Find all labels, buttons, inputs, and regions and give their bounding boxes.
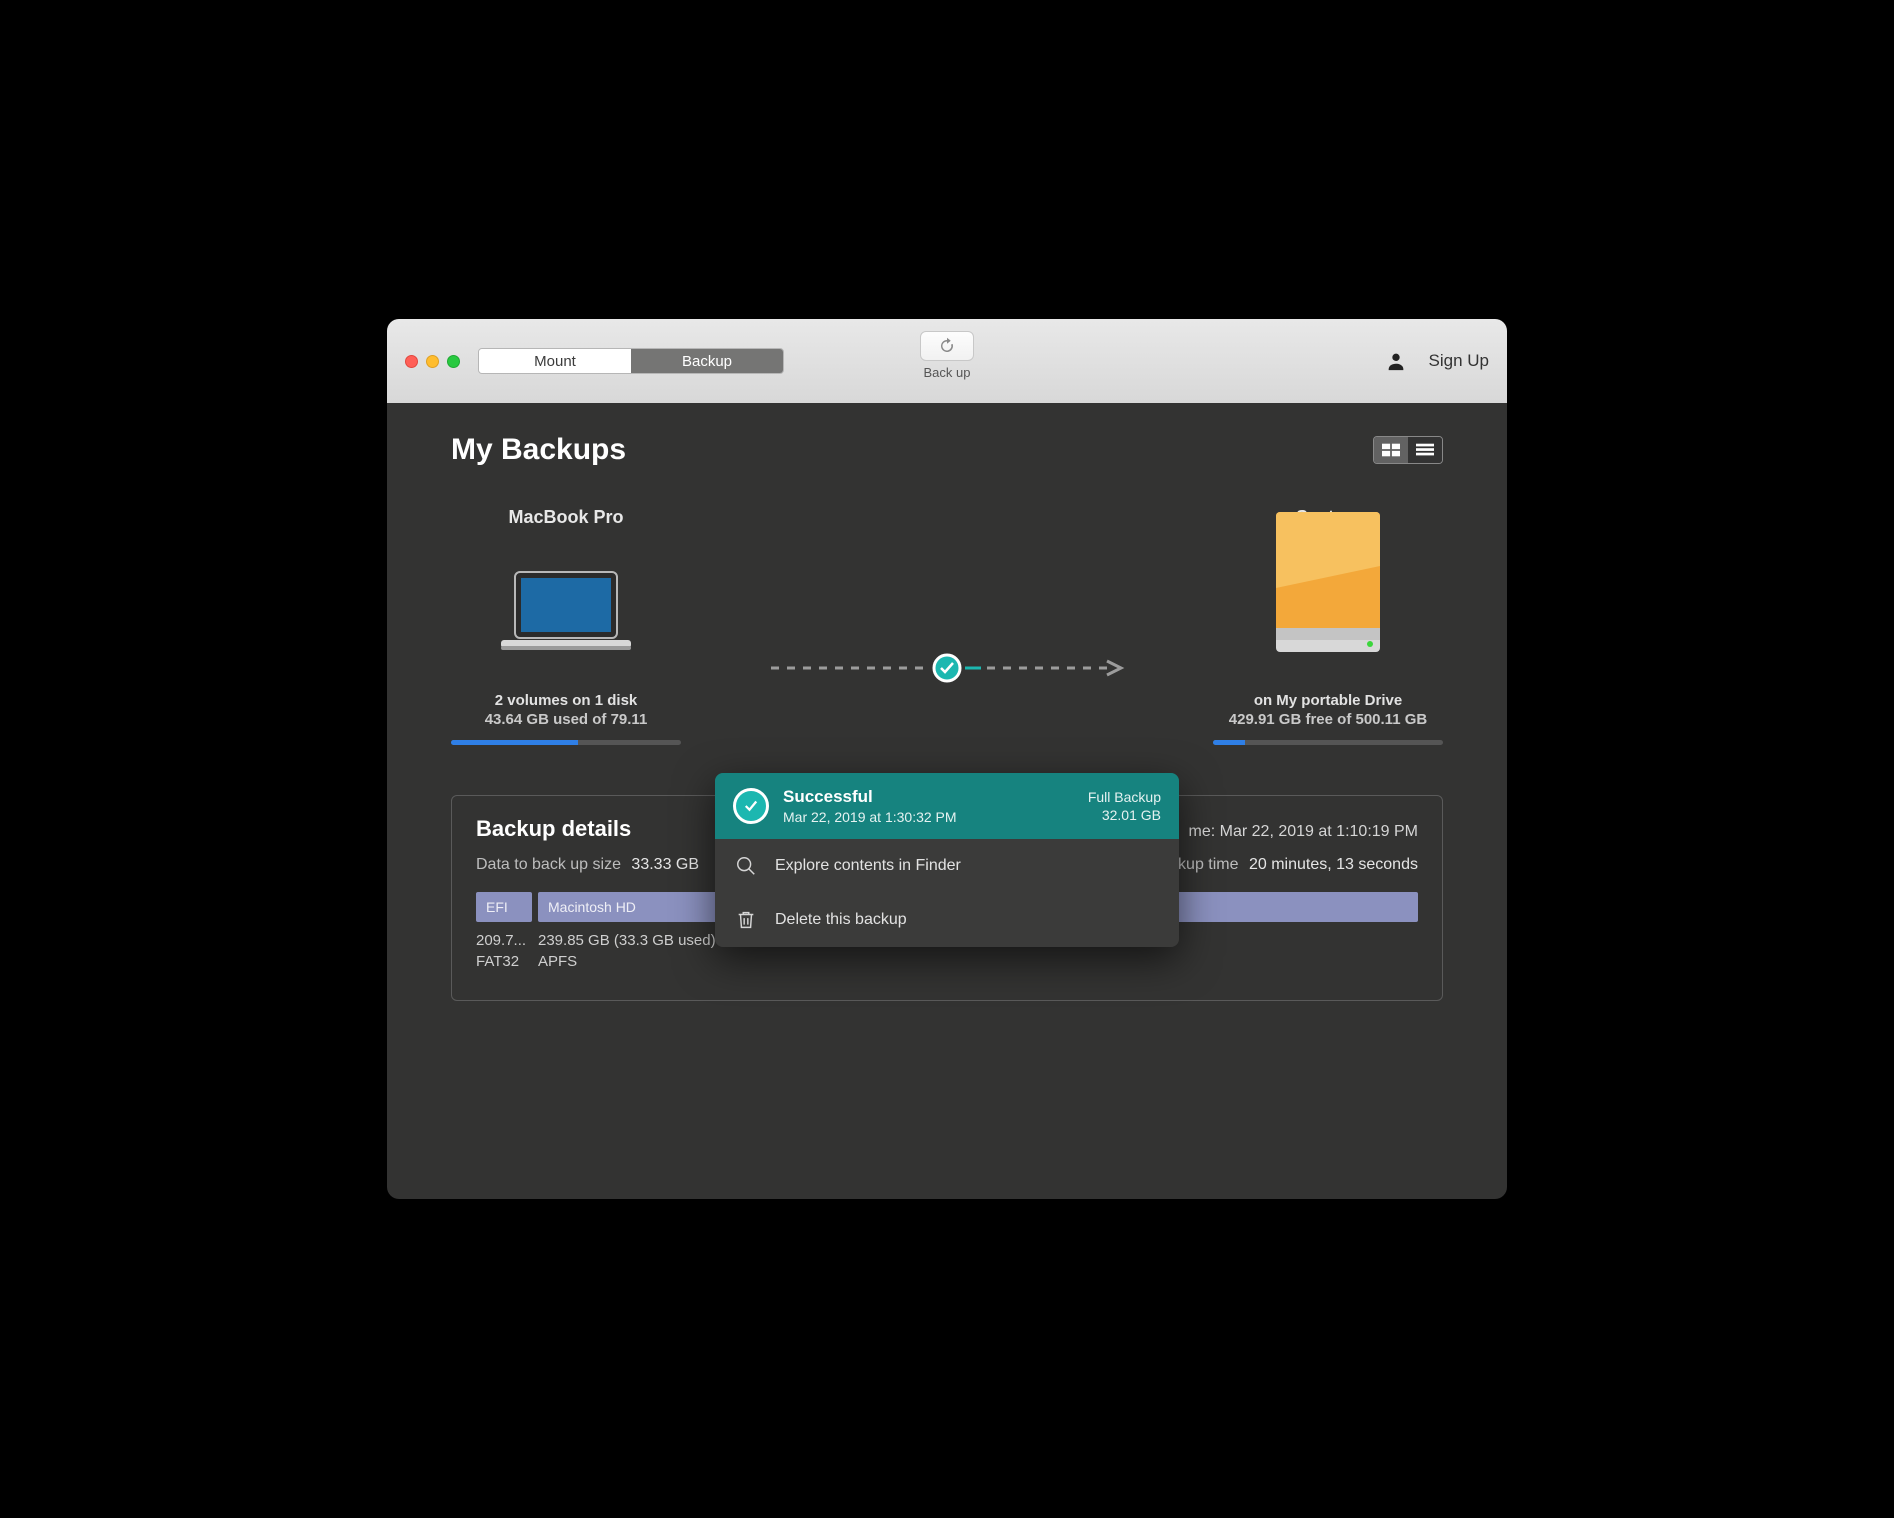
search-icon xyxy=(735,855,757,877)
delete-label: Delete this backup xyxy=(775,911,907,929)
delete-backup[interactable]: Delete this backup xyxy=(715,893,1179,947)
tab-mount[interactable]: Mount xyxy=(479,349,631,373)
source-volumes: 2 volumes on 1 disk xyxy=(451,692,681,709)
success-check-icon xyxy=(733,788,769,824)
view-grid-button[interactable] xyxy=(1374,437,1408,463)
list-icon xyxy=(1416,443,1434,457)
popover-size: 32.01 GB xyxy=(1088,807,1161,823)
data-size-value: 33.33 GB xyxy=(631,856,699,873)
signup-link[interactable]: Sign Up xyxy=(1429,351,1489,371)
popover-type: Full Backup xyxy=(1088,789,1161,805)
refresh-icon xyxy=(938,337,956,355)
source-name: MacBook Pro xyxy=(451,507,681,528)
titlebar: Mount Backup Back up Sign Up xyxy=(387,319,1507,403)
explore-in-finder[interactable]: Explore contents in Finder xyxy=(715,839,1179,893)
header-right: Sign Up xyxy=(1385,350,1489,372)
destination-location: on My portable Drive xyxy=(1213,692,1443,709)
backup-button-label: Back up xyxy=(920,365,974,380)
traffic-lights xyxy=(405,355,460,368)
transfer-arrow xyxy=(767,653,1127,683)
backup-time-value: 20 minutes, 13 seconds xyxy=(1249,856,1418,873)
backup-diagram: MacBook Pro 2 volumes on 1 disk 43.64 GB… xyxy=(451,507,1443,745)
source-device: MacBook Pro 2 volumes on 1 disk 43.64 GB… xyxy=(451,507,681,745)
user-icon[interactable] xyxy=(1385,350,1407,372)
mode-segment: Mount Backup xyxy=(478,348,784,374)
volume-fs-row: FAT32 APFS xyxy=(476,953,1418,970)
destination-device: System on My portable Drive 429.91 GB fr… xyxy=(1213,507,1443,745)
destination-usage-bar xyxy=(1213,740,1443,745)
grid-icon xyxy=(1382,443,1400,457)
maximize-button[interactable] xyxy=(447,355,460,368)
explore-label: Explore contents in Finder xyxy=(775,857,961,875)
vol1-size: 209.7... xyxy=(476,932,532,949)
content-header: My Backups xyxy=(451,433,1443,467)
page-title: My Backups xyxy=(451,433,626,467)
trash-icon xyxy=(735,909,757,931)
details-title: Backup details xyxy=(476,816,631,842)
vol1-fs: FAT32 xyxy=(476,953,532,970)
data-size-label: Data to back up size xyxy=(476,856,621,873)
vol2-fs: APFS xyxy=(538,953,577,970)
volume-efi[interactable]: EFI xyxy=(476,892,532,922)
popover-header: Successful Mar 22, 2019 at 1:30:32 PM Fu… xyxy=(715,773,1179,839)
destination-usage: 429.91 GB free of 500.11 GB xyxy=(1213,711,1443,728)
content-area: My Backups MacBook Pro xyxy=(387,403,1507,1199)
view-toggle xyxy=(1373,436,1443,464)
minimize-button[interactable] xyxy=(426,355,439,368)
backup-popover: Successful Mar 22, 2019 at 1:30:32 PM Fu… xyxy=(715,773,1179,947)
app-window: Mount Backup Back up Sign Up My Backups xyxy=(387,319,1507,1199)
start-time: me: Mar 22, 2019 at 1:10:19 PM xyxy=(1189,823,1418,841)
backup-button[interactable] xyxy=(920,331,974,361)
tab-backup[interactable]: Backup xyxy=(631,349,783,373)
popover-timestamp: Mar 22, 2019 at 1:30:32 PM xyxy=(783,809,1074,825)
close-button[interactable] xyxy=(405,355,418,368)
popover-status: Successful xyxy=(783,787,1074,807)
view-list-button[interactable] xyxy=(1408,437,1442,463)
source-usage: 43.64 GB used of 79.11 xyxy=(451,711,681,728)
macbook-icon xyxy=(451,566,681,656)
source-usage-bar xyxy=(451,740,681,745)
drive-icon xyxy=(1213,566,1443,656)
backup-action-group: Back up xyxy=(920,331,974,380)
